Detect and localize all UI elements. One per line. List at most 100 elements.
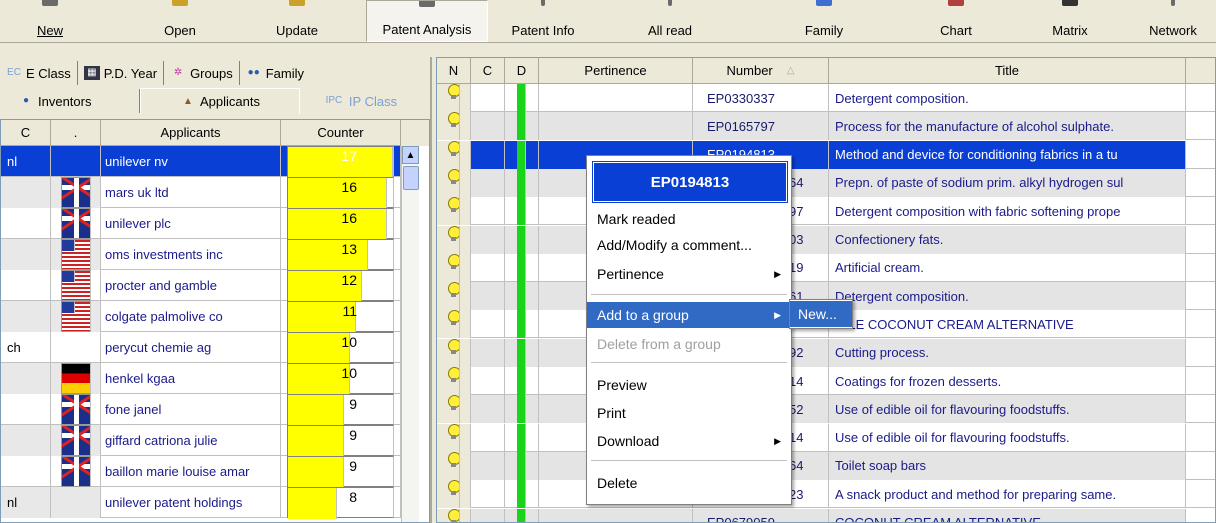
col-header-applicants[interactable]: Applicants xyxy=(101,120,281,146)
menu-separator xyxy=(591,362,787,363)
patent-row[interactable]: 14 Coatings for frozen desserts. xyxy=(437,367,1215,395)
applicant-row[interactable]: unilever plc 16 xyxy=(1,208,401,240)
matrix-button[interactable]: Matrix xyxy=(1020,0,1120,42)
lightbulb-icon[interactable] xyxy=(447,508,460,522)
menu-item-preview[interactable]: Preview xyxy=(587,372,791,398)
open-button[interactable]: Open xyxy=(150,0,210,42)
patent-row[interactable]: 64 Prepn. of paste of sodium prim. alkyl … xyxy=(437,168,1215,197)
applicant-row[interactable]: procter and gamble 12 xyxy=(1,270,401,302)
lightbulb-icon[interactable] xyxy=(447,140,460,169)
tab-inventors[interactable]: ● Inventors xyxy=(0,89,140,113)
col-header-counter[interactable]: Counter xyxy=(281,120,401,146)
family-button[interactable]: Family xyxy=(774,0,874,42)
patent-row[interactable]: EP0330337 Detergent composition. xyxy=(437,84,1215,112)
status-square-icon xyxy=(517,253,526,282)
patent-row[interactable]: 19 Artificial cream. xyxy=(437,253,1215,282)
lightbulb-icon[interactable] xyxy=(447,112,460,141)
col-header-title[interactable]: Title xyxy=(829,58,1186,84)
col-header-c[interactable]: C xyxy=(471,58,505,84)
menu-item-pertinence[interactable]: Pertinence ▶ xyxy=(587,261,791,287)
download-cell xyxy=(505,310,539,339)
col-header-c[interactable]: C xyxy=(1,120,51,146)
scroll-up-arrow-icon[interactable]: ▲ xyxy=(402,146,419,164)
lightbulb-icon[interactable] xyxy=(447,253,460,282)
scroll-thumb[interactable] xyxy=(403,166,419,190)
patent-row[interactable]: EP0194813Method and device for condition… xyxy=(437,140,1215,169)
lightbulb-icon[interactable] xyxy=(447,423,460,452)
menu-item-delete[interactable]: Delete xyxy=(587,470,791,496)
comment-cell xyxy=(471,140,505,169)
patent-info-button[interactable]: Patent Info xyxy=(494,0,592,42)
counter-cell: 11 xyxy=(281,301,401,333)
lightbulb-icon[interactable] xyxy=(447,367,460,395)
chart-button[interactable]: Chart xyxy=(906,0,1006,42)
patent-row[interactable]: EP0165797 Process for the manufacture of … xyxy=(437,112,1215,141)
lightbulb-icon[interactable] xyxy=(447,225,460,254)
tab-applicants[interactable]: ▲ Applicants xyxy=(140,88,300,114)
lightbulb-icon[interactable] xyxy=(447,282,460,311)
applicant-row[interactable]: baillon marie louise amar 9 xyxy=(1,456,401,488)
flag-cell xyxy=(51,146,101,177)
applicant-row[interactable]: henkel kgaa 10 xyxy=(1,363,401,395)
status-square-icon xyxy=(517,395,526,424)
applicant-name: mars uk ltd xyxy=(101,177,281,208)
lightbulb-icon[interactable] xyxy=(447,84,460,112)
menu-item-add-to-group[interactable]: Add to a group ▶ xyxy=(587,302,791,328)
status-square-icon xyxy=(517,310,526,339)
tab-groups[interactable]: ✲ Groups xyxy=(164,61,240,85)
patent-row[interactable]: 64 Toilet soap bars xyxy=(437,451,1215,480)
lightbulb-icon[interactable] xyxy=(447,310,460,339)
submenu-item-new[interactable]: New... xyxy=(790,301,852,327)
col-header-d[interactable]: D xyxy=(505,58,539,84)
tab-family[interactable]: ●● Family xyxy=(240,61,310,85)
applicant-row[interactable]: ch perycut chemie ag 10 xyxy=(1,332,401,364)
col-header-n[interactable]: N xyxy=(437,58,471,84)
lightbulb-icon[interactable] xyxy=(447,451,460,480)
lightbulb-icon[interactable] xyxy=(447,395,460,424)
tab-e-class[interactable]: EC E Class xyxy=(0,61,78,85)
applicants-scrollbar[interactable]: ▲ xyxy=(401,146,419,522)
applicant-row[interactable]: colgate palmolive co 11 xyxy=(1,301,401,333)
lightbulb-icon[interactable] xyxy=(447,197,460,226)
lightbulb-icon[interactable] xyxy=(447,168,460,197)
new-button[interactable]: New xyxy=(20,0,80,42)
lightbulb-icon[interactable] xyxy=(447,480,460,509)
patent-row[interactable]: 97 Detergent composition with fabric soft… xyxy=(437,197,1215,226)
patent-row[interactable]: 14 Use of edible oil for flavouring foods… xyxy=(437,423,1215,452)
applicant-row[interactable]: mars uk ltd 16 xyxy=(1,177,401,209)
applicant-name: colgate palmolive co xyxy=(101,301,281,332)
applicant-row[interactable]: giffard catriona julie 9 xyxy=(1,425,401,457)
read-status-cell xyxy=(437,310,471,339)
comment-cell xyxy=(471,282,505,311)
applicant-name: giffard catriona julie xyxy=(101,425,281,456)
country-code xyxy=(1,425,51,456)
applicant-row[interactable]: fone janel 9 xyxy=(1,394,401,426)
patent-row[interactable]: EP0679059 COCONUT CREAM ALTERNATIVE. xyxy=(437,508,1215,522)
patent-row[interactable]: 03 Confectionery fats. xyxy=(437,225,1215,254)
patent-row[interactable]: 52 Use of edible oil for flavouring foods… xyxy=(437,395,1215,424)
update-button[interactable]: Update xyxy=(262,0,332,42)
lightbulb-icon[interactable] xyxy=(447,338,460,367)
comment-cell xyxy=(471,338,505,367)
read-status-cell xyxy=(437,253,471,282)
col-header-dot[interactable]: . xyxy=(51,120,101,146)
tab-ip-class[interactable]: IPC IP Class xyxy=(300,89,420,113)
menu-item-print[interactable]: Print xyxy=(587,400,791,426)
context-menu: EP0194813 Mark readed Add/Modify a comme… xyxy=(586,155,792,505)
network-button[interactable]: Network xyxy=(1130,0,1216,42)
patent-row[interactable]: 23 A snack product and method for prepari… xyxy=(437,480,1215,509)
col-header-number[interactable]: Number △ xyxy=(693,58,829,84)
menu-item-mark-readed[interactable]: Mark readed xyxy=(587,206,791,232)
counter-bar: 8 xyxy=(287,487,394,519)
applicant-row[interactable]: oms investments inc 13 xyxy=(1,239,401,271)
col-header-pertinence[interactable]: Pertinence xyxy=(539,58,693,84)
applicant-name: procter and gamble xyxy=(101,270,281,301)
menu-item-add-modify-comment[interactable]: Add/Modify a comment... xyxy=(587,232,791,258)
all-read-button[interactable]: All read xyxy=(620,0,720,42)
patent-analysis-button[interactable]: Patent Analysis xyxy=(366,0,488,42)
applicant-row[interactable]: nl unilever nv 17 xyxy=(1,146,401,178)
applicant-row[interactable]: nl unilever patent holdings 8 xyxy=(1,487,401,519)
menu-item-download[interactable]: Download ▶ xyxy=(587,428,791,454)
patent-row[interactable]: 92 Cutting process. xyxy=(437,338,1215,367)
tab-pd-year[interactable]: ▦ P.D. Year xyxy=(78,61,165,85)
